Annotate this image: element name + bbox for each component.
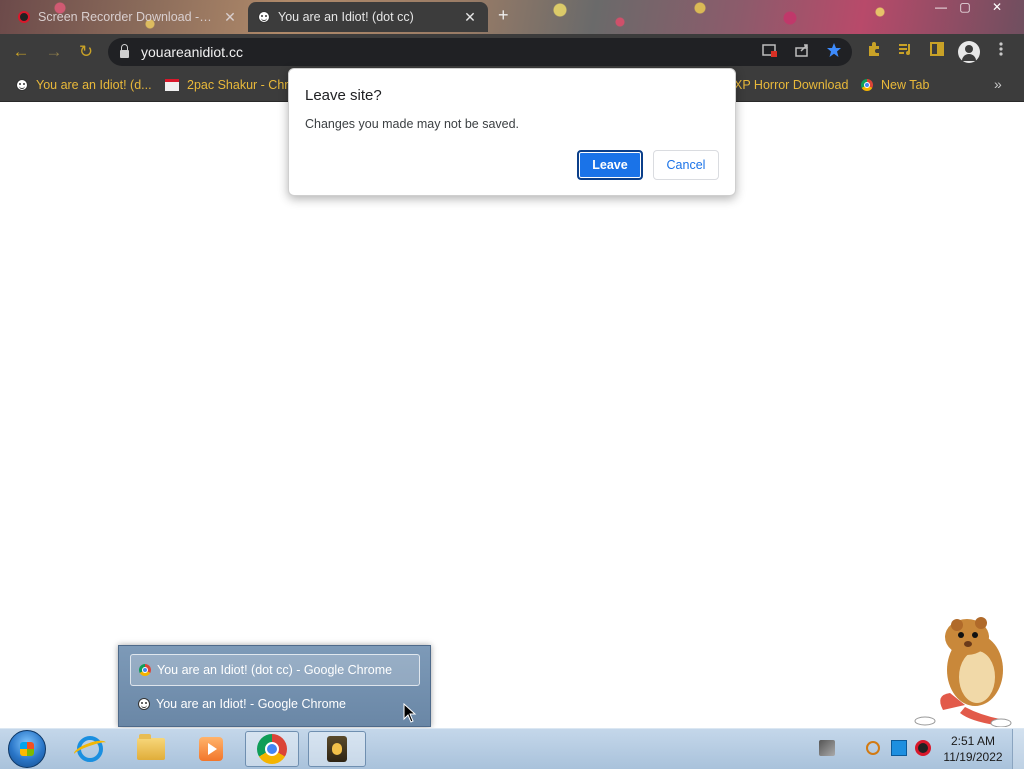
tab-title: You are an Idiot! (dot cc) bbox=[278, 10, 414, 24]
minimize-button[interactable]: — bbox=[930, 0, 952, 16]
taskbar-lantern-app[interactable] bbox=[308, 731, 366, 767]
media-player-icon bbox=[199, 737, 223, 761]
taskbar: 2:51 AM 11/19/2022 bbox=[0, 728, 1024, 769]
browser-toolbar: ← → ↻ youareanidiot.cc bbox=[0, 34, 1024, 70]
url-text: youareanidiot.cc bbox=[141, 44, 243, 60]
taskbar-google-chrome[interactable] bbox=[245, 731, 299, 767]
record-icon[interactable] bbox=[915, 740, 931, 756]
profile-icon[interactable] bbox=[958, 41, 980, 63]
address-bar[interactable]: youareanidiot.cc bbox=[108, 38, 852, 66]
smiley-icon bbox=[258, 11, 270, 23]
window-list-item[interactable]: You are an Idiot! - Google Chrome bbox=[130, 688, 420, 720]
bookmark-label: XP Horror Download bbox=[734, 78, 849, 92]
display-icon[interactable] bbox=[891, 740, 907, 756]
dialog-title: Leave site? bbox=[305, 87, 382, 104]
blocked-popup-icon[interactable] bbox=[760, 42, 780, 62]
tab-you-are-an-idiot[interactable]: You are an Idiot! (dot cc) ✕ bbox=[248, 2, 488, 32]
window-title: You are an Idiot! (dot cc) - Google Chro… bbox=[157, 663, 393, 677]
lantern-icon bbox=[327, 736, 347, 762]
reload-button[interactable]: ↻ bbox=[75, 41, 97, 63]
start-button[interactable] bbox=[8, 730, 46, 768]
bookmark-xp-horror[interactable]: XP Horror Download bbox=[734, 70, 848, 100]
show-desktop-button[interactable] bbox=[1012, 729, 1024, 769]
taskbar-internet-explorer[interactable] bbox=[63, 731, 117, 767]
forward-button[interactable]: → bbox=[43, 41, 65, 63]
record-icon bbox=[18, 11, 30, 23]
internet-explorer-icon bbox=[77, 736, 103, 762]
web-store-icon bbox=[165, 79, 179, 91]
hamster-image bbox=[914, 617, 1012, 727]
taskbar-media-player[interactable] bbox=[184, 731, 238, 767]
more-bookmarks-button[interactable]: » bbox=[994, 76, 1002, 92]
menu-icon[interactable] bbox=[990, 41, 1012, 63]
dialog-message: Changes you made may not be saved. bbox=[305, 117, 520, 131]
maximize-button[interactable]: ▢ bbox=[954, 0, 976, 16]
reading-list-icon[interactable] bbox=[894, 41, 916, 63]
smiley-icon bbox=[16, 79, 28, 91]
folder-icon bbox=[137, 734, 165, 760]
window-title: You are an Idiot! - Google Chrome bbox=[156, 697, 346, 711]
tab-screen-recorder[interactable]: Screen Recorder Download - Be ✕ bbox=[8, 2, 248, 32]
bookmark-you-are-an-idiot[interactable]: You are an Idiot! (d... bbox=[16, 70, 152, 100]
clock-time: 2:51 AM bbox=[950, 734, 996, 748]
back-button[interactable]: ← bbox=[10, 41, 32, 63]
cancel-button[interactable]: Cancel bbox=[653, 150, 719, 180]
mouse-cursor-icon bbox=[403, 703, 417, 723]
chrome-icon bbox=[257, 734, 287, 764]
bookmark-star-icon[interactable] bbox=[824, 42, 844, 62]
tab-strip: Screen Recorder Download - Be ✕ You are … bbox=[0, 0, 1024, 34]
bookmark-2pac-shakur[interactable]: 2pac Shakur - Chro bbox=[165, 70, 295, 100]
clock-date: 11/19/2022 bbox=[943, 750, 1003, 764]
lock-icon[interactable] bbox=[120, 44, 129, 58]
taskbar-window-list: You are an Idiot! (dot cc) - Google Chro… bbox=[118, 645, 431, 727]
chrome-icon bbox=[139, 664, 151, 676]
tab-title: Screen Recorder Download - Be bbox=[38, 10, 214, 24]
leave-site-dialog: Leave site? Changes you made may not be … bbox=[288, 68, 736, 196]
new-tab-button[interactable]: + bbox=[498, 5, 509, 26]
side-panel-icon[interactable] bbox=[926, 41, 948, 63]
tab-close-icon[interactable]: ✕ bbox=[462, 9, 478, 26]
system-clock[interactable]: 2:51 AM 11/19/2022 bbox=[940, 733, 1006, 765]
leave-button[interactable]: Leave bbox=[577, 150, 643, 180]
bookmark-label: New Tab bbox=[881, 78, 930, 92]
tab-close-icon[interactable]: ✕ bbox=[222, 9, 238, 26]
window-list-item[interactable]: You are an Idiot! (dot cc) - Google Chro… bbox=[130, 654, 420, 686]
close-window-button[interactable]: ✕ bbox=[986, 0, 1008, 16]
bookmark-label: You are an Idiot! (d... bbox=[36, 78, 152, 92]
extensions-icon[interactable] bbox=[863, 41, 885, 63]
network-icon[interactable] bbox=[819, 740, 835, 756]
bookmark-new-tab[interactable]: New Tab bbox=[861, 70, 929, 100]
bookmark-label: 2pac Shakur - Chro bbox=[187, 78, 296, 92]
taskbar-file-explorer[interactable] bbox=[124, 731, 178, 767]
search-icon[interactable] bbox=[866, 741, 880, 755]
smiley-icon bbox=[138, 698, 150, 710]
chrome-icon bbox=[861, 79, 873, 91]
share-icon[interactable] bbox=[792, 42, 812, 62]
